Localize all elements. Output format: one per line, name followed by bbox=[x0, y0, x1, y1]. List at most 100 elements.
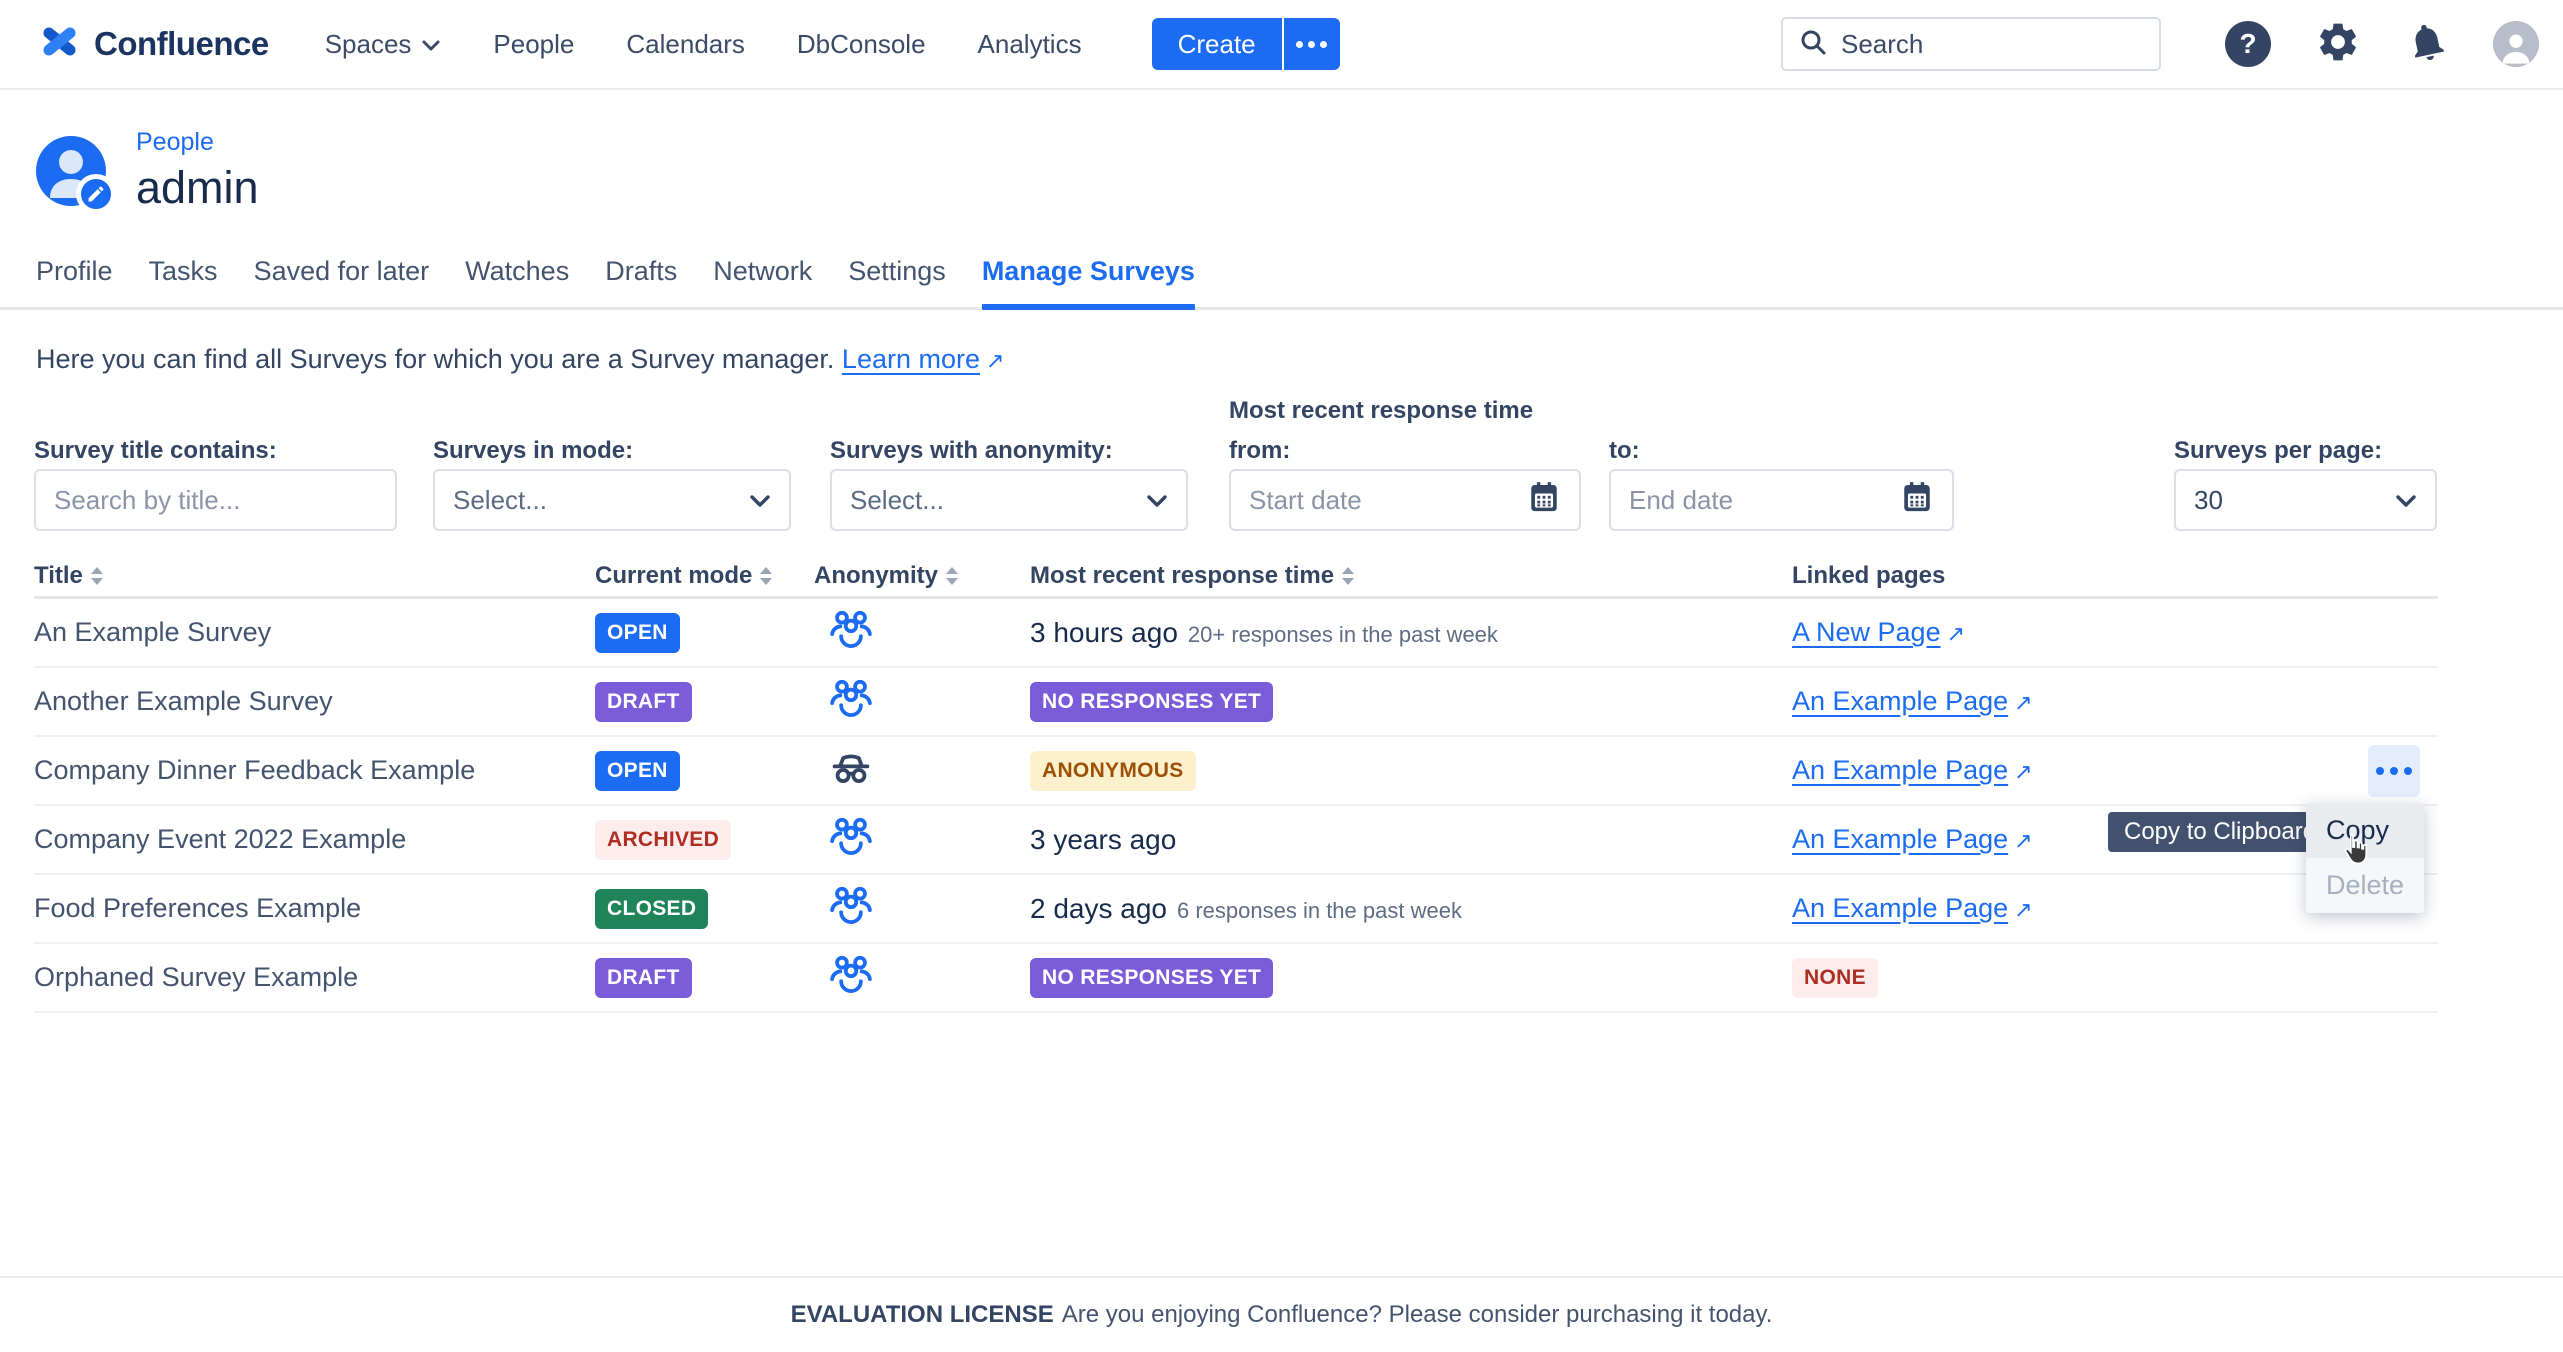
survey-title: Orphaned Survey Example bbox=[34, 962, 358, 992]
response-note: 20+ responses in the past week bbox=[1188, 622, 1498, 647]
linked-page-link[interactable]: A New Page↗ bbox=[1792, 617, 1965, 647]
sort-icon[interactable] bbox=[760, 567, 772, 585]
search-box[interactable] bbox=[1781, 17, 2161, 71]
tab-watches[interactable]: Watches bbox=[465, 256, 569, 307]
calendar-icon[interactable] bbox=[1527, 480, 1561, 521]
response-badge: ANONYMOUS bbox=[1030, 751, 1196, 791]
create-more-button[interactable] bbox=[1282, 18, 1340, 70]
table-body: An Example Survey OPEN 3 hours ago 20+ re… bbox=[34, 599, 2438, 1013]
title-filter-label: Survey title contains: bbox=[34, 437, 277, 465]
to-date-input[interactable] bbox=[1629, 485, 1890, 516]
anonymity-filter-label: Surveys with anonymity: bbox=[830, 437, 1113, 465]
menu-item-delete: Delete bbox=[2306, 858, 2424, 913]
chevron-down-icon bbox=[749, 485, 771, 516]
profile-avatar[interactable] bbox=[36, 136, 106, 206]
table-row: An Example Survey OPEN 3 hours ago 20+ re… bbox=[34, 599, 2438, 668]
from-date-input[interactable] bbox=[1249, 485, 1517, 516]
header-linked-pages: Linked pages bbox=[1792, 562, 2330, 590]
title-filter-input[interactable] bbox=[54, 485, 377, 516]
mode-badge: OPEN bbox=[595, 751, 680, 791]
confluence-logo[interactable]: Confluence bbox=[40, 22, 269, 67]
external-link-icon: ↗ bbox=[986, 348, 1004, 374]
footer: EVALUATION LICENSE Are you enjoying Conf… bbox=[0, 1276, 2563, 1352]
surveys-table: Title Current mode Anonymity Most recent… bbox=[34, 555, 2438, 1013]
confluence-logo-icon bbox=[40, 22, 80, 67]
anonymity-filter-select[interactable]: Select... bbox=[830, 469, 1188, 531]
chevron-down-icon bbox=[1146, 485, 1168, 516]
calendar-icon[interactable] bbox=[1900, 480, 1934, 521]
sort-icon[interactable] bbox=[946, 567, 958, 585]
mode-filter-label: Surveys in mode: bbox=[433, 437, 633, 465]
header-current-mode[interactable]: Current mode bbox=[595, 562, 814, 590]
tab-profile[interactable]: Profile bbox=[36, 256, 113, 307]
profile-tabs: Profile Tasks Saved for later Watches Dr… bbox=[0, 256, 2563, 310]
copy-to-clipboard-tooltip: Copy to Clipboard bbox=[2108, 812, 2332, 852]
recent-response-group-label: Most recent response time bbox=[1229, 397, 1533, 425]
brand-name: Confluence bbox=[94, 25, 269, 63]
create-button[interactable]: Create bbox=[1152, 18, 1282, 70]
profile-menu-button[interactable] bbox=[2493, 21, 2539, 67]
help-button[interactable]: ? bbox=[2225, 21, 2271, 67]
nav-dbconsole[interactable]: DbConsole bbox=[797, 29, 926, 60]
nav-spaces[interactable]: Spaces bbox=[325, 29, 442, 60]
from-date-field bbox=[1229, 469, 1581, 531]
page-title: admin bbox=[136, 162, 259, 214]
table-row: Company Dinner Feedback Example OPEN ANO… bbox=[34, 737, 2438, 806]
response-time: 3 hours ago bbox=[1030, 617, 1178, 648]
survey-filters: Most recent response time Survey title c… bbox=[34, 397, 2438, 545]
tab-tasks[interactable]: Tasks bbox=[149, 256, 218, 307]
table-row: Orphaned Survey Example DRAFT NO RESPONS… bbox=[34, 944, 2438, 1013]
mode-filter-select[interactable]: Select... bbox=[433, 469, 791, 531]
tab-saved-for-later[interactable]: Saved for later bbox=[254, 256, 430, 307]
anonymous-user-icon bbox=[828, 778, 874, 795]
table-row: Another Example Survey DRAFT NO RESPONSE… bbox=[34, 668, 2438, 737]
sort-icon[interactable] bbox=[91, 567, 103, 585]
edit-avatar-icon[interactable] bbox=[76, 174, 116, 214]
chevron-down-icon bbox=[421, 29, 441, 60]
header-most-recent-response-time[interactable]: Most recent response time bbox=[1030, 562, 1792, 590]
linked-page-link[interactable]: An Example Page↗ bbox=[1792, 686, 2033, 716]
profile-header: People admin bbox=[36, 128, 2563, 214]
settings-button[interactable] bbox=[2315, 19, 2361, 70]
chevron-down-icon bbox=[2395, 485, 2417, 516]
external-link-icon: ↗ bbox=[1947, 621, 1965, 647]
header-title[interactable]: Title bbox=[34, 562, 595, 590]
row-actions-button[interactable] bbox=[2368, 745, 2420, 797]
survey-title: Food Preferences Example bbox=[34, 893, 361, 923]
sort-icon[interactable] bbox=[1342, 567, 1354, 585]
tab-manage-surveys[interactable]: Manage Surveys bbox=[982, 256, 1195, 307]
external-link-icon: ↗ bbox=[2014, 690, 2032, 716]
table-row: Food Preferences Example CLOSED 2 days a… bbox=[34, 875, 2438, 944]
group-anonymity-icon bbox=[828, 985, 874, 1002]
search-input[interactable] bbox=[1841, 29, 2143, 60]
breadcrumb-people[interactable]: People bbox=[136, 128, 259, 157]
menu-item-copy[interactable]: Copy bbox=[2306, 803, 2424, 858]
question-icon: ? bbox=[2225, 21, 2271, 67]
to-date-label: to: bbox=[1609, 437, 1640, 465]
gear-icon bbox=[2315, 19, 2361, 70]
external-link-icon: ↗ bbox=[2014, 759, 2032, 785]
external-link-icon: ↗ bbox=[2014, 897, 2032, 923]
license-label: EVALUATION LICENSE bbox=[791, 1301, 1054, 1329]
linked-page-link[interactable]: An Example Page↗ bbox=[1792, 824, 2033, 854]
survey-title: Company Dinner Feedback Example bbox=[34, 755, 475, 785]
nav-analytics[interactable]: Analytics bbox=[978, 29, 1082, 60]
tab-drafts[interactable]: Drafts bbox=[605, 256, 677, 307]
notifications-button[interactable] bbox=[2405, 20, 2449, 69]
nav-people[interactable]: People bbox=[493, 29, 574, 60]
tab-network[interactable]: Network bbox=[713, 256, 812, 307]
linked-page-link[interactable]: An Example Page↗ bbox=[1792, 755, 2033, 785]
response-badge: NO RESPONSES YET bbox=[1030, 958, 1273, 998]
table-header-row: Title Current mode Anonymity Most recent… bbox=[34, 555, 2438, 599]
linked-page-link[interactable]: An Example Page↗ bbox=[1792, 893, 2033, 923]
learn-more-link[interactable]: Learn more↗ bbox=[842, 344, 1005, 374]
group-anonymity-icon bbox=[828, 916, 874, 933]
tab-settings[interactable]: Settings bbox=[848, 256, 946, 307]
nav-calendars[interactable]: Calendars bbox=[626, 29, 745, 60]
header-anonymity[interactable]: Anonymity bbox=[814, 562, 1030, 590]
mode-badge: ARCHIVED bbox=[595, 820, 731, 860]
mode-badge: OPEN bbox=[595, 613, 680, 653]
per-page-select[interactable]: 30 bbox=[2174, 469, 2437, 531]
survey-title: An Example Survey bbox=[34, 617, 271, 647]
group-anonymity-icon bbox=[828, 709, 874, 726]
